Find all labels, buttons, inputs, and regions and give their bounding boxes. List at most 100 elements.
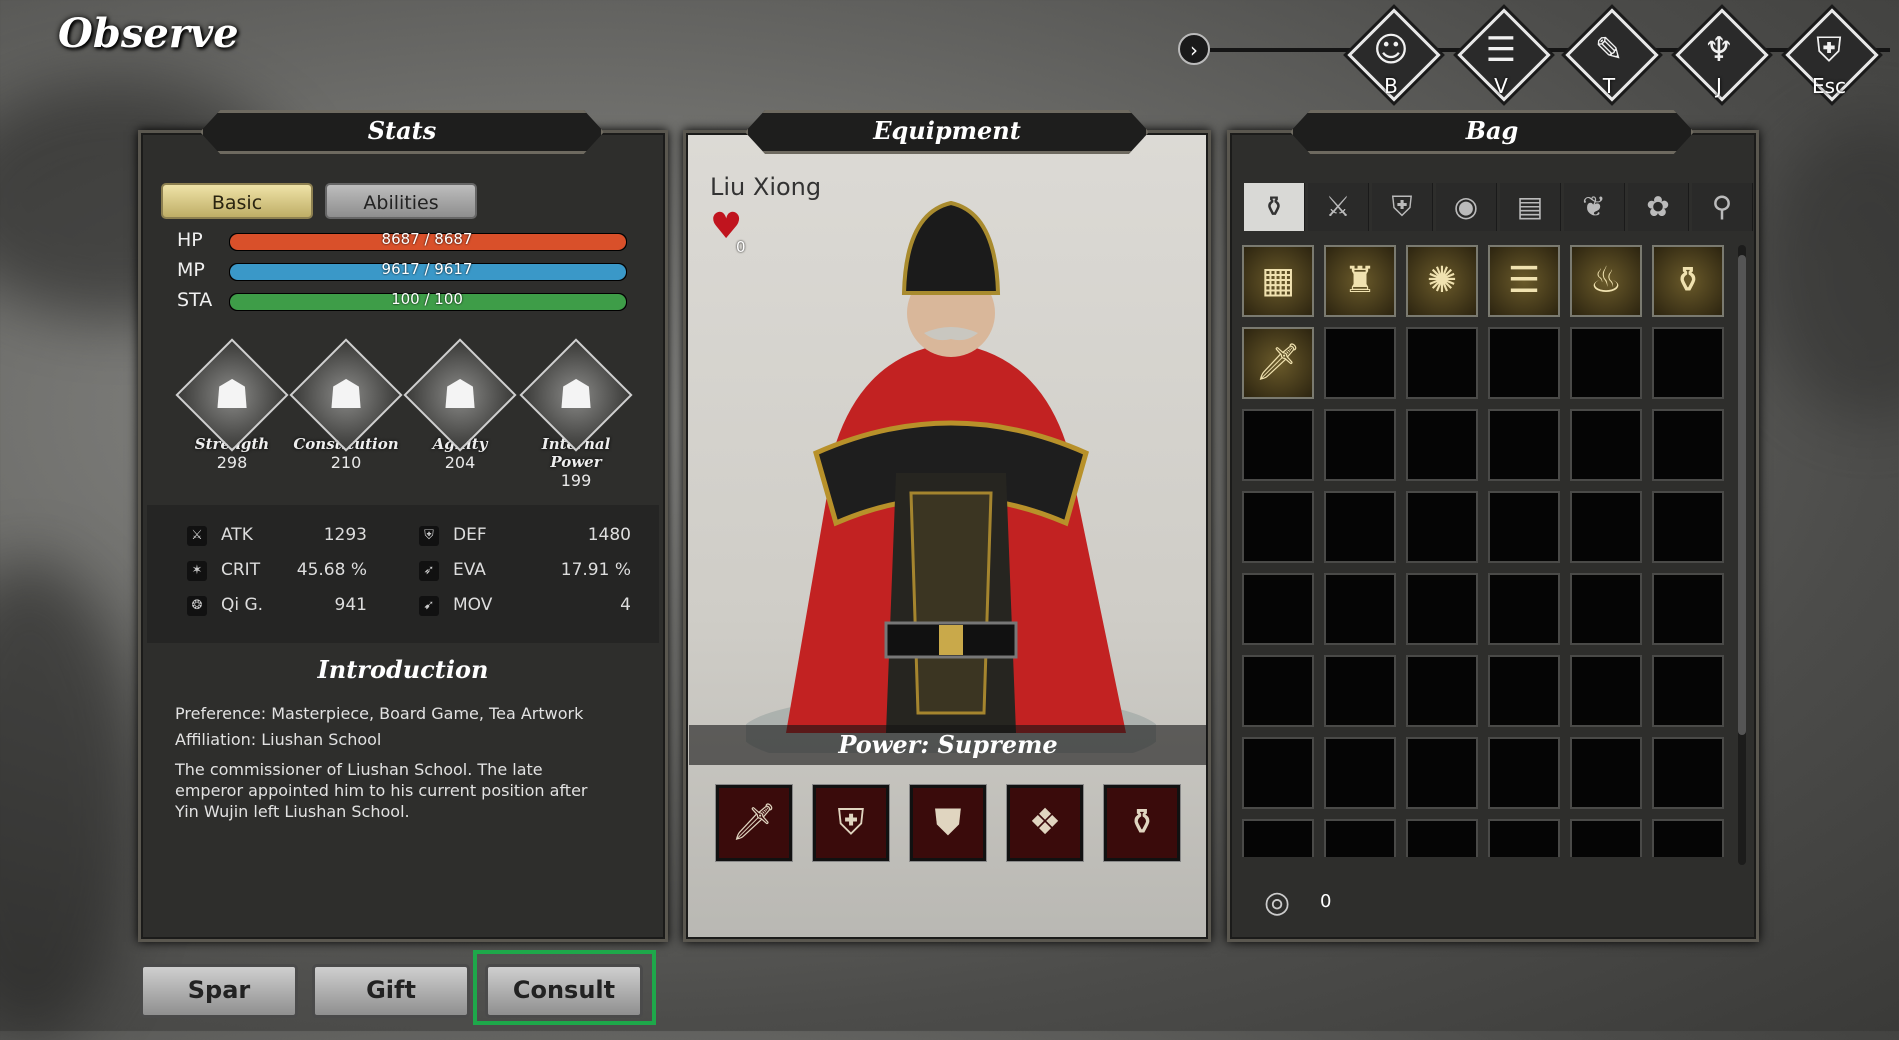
bag-slot-empty[interactable] (1652, 409, 1724, 481)
equipment-slot[interactable]: 🗡 (716, 785, 792, 861)
bag-slot-empty[interactable] (1406, 737, 1478, 809)
bag-slot-empty[interactable] (1652, 819, 1724, 857)
bag-tab-all-items[interactable]: ⚱ (1244, 183, 1305, 231)
bag-slot-empty[interactable] (1242, 491, 1314, 563)
bag-slot-empty[interactable] (1488, 655, 1560, 727)
bag-slot-empty[interactable] (1324, 655, 1396, 727)
stats-panel: Basic Abilities HP 8687 / 8687 MP 9617 / 96… (138, 130, 668, 942)
hotkey-label: B (1384, 74, 1398, 98)
bag-item[interactable]: ☰ (1488, 245, 1560, 317)
bag-item[interactable]: 🗡 (1242, 327, 1314, 399)
bag-slot-empty[interactable] (1488, 409, 1560, 481)
bag-item[interactable]: ✺ (1406, 245, 1478, 317)
bag-item[interactable]: ⚱ (1652, 245, 1724, 317)
bag-slot-empty[interactable] (1652, 327, 1724, 399)
cape-icon: ⛊ (934, 802, 962, 843)
bag-slot-empty[interactable] (1652, 573, 1724, 645)
ink-wash-decoration (0, 560, 140, 1040)
bag-slot-empty[interactable] (1488, 737, 1560, 809)
bag-slot-empty[interactable] (1242, 409, 1314, 481)
bag-slot-empty[interactable] (1324, 819, 1396, 857)
bag-grid: ▦ ♜ ✺ ☰ ♨ ⚱ 🗡 (1242, 245, 1742, 857)
nav-button-v[interactable]: ☰ V (1455, 8, 1551, 102)
combat-stat-value: 17.91 % (560, 560, 631, 580)
bag-slot-empty[interactable] (1324, 573, 1396, 645)
bag-slot-empty[interactable] (1570, 819, 1642, 857)
chevron-right-icon[interactable]: › (1178, 33, 1210, 65)
equipment-panel: Liu Xiong ♥ 0 Power: Supreme 🗡 ⛨ ⛊ ❖ ⚱ (683, 130, 1211, 942)
bag-slot-empty[interactable] (1406, 327, 1478, 399)
bag-slot-empty[interactable] (1488, 491, 1560, 563)
bag-slot-empty[interactable] (1488, 573, 1560, 645)
scroll-icon: ✎ (1594, 30, 1624, 70)
bag-tab-books[interactable]: ▤ (1500, 183, 1561, 231)
bag-slot-empty[interactable] (1406, 573, 1478, 645)
bag-tab-herbs[interactable]: ❦ (1564, 183, 1625, 231)
bag-slot-empty[interactable] (1652, 655, 1724, 727)
armor-icon: ⛨ (1391, 190, 1413, 223)
nav-button-b[interactable]: ☺ B (1345, 8, 1441, 102)
bag-slot-empty[interactable] (1324, 491, 1396, 563)
bag-slot-empty[interactable] (1406, 655, 1478, 727)
bag-slot-empty[interactable] (1324, 409, 1396, 481)
bag-slot-empty[interactable] (1406, 409, 1478, 481)
bag-item[interactable]: ♜ (1324, 245, 1396, 317)
materials-icon: ✿ (1646, 190, 1670, 223)
attribute-agility: ☗Agility204 (403, 338, 517, 472)
bag-slot-empty[interactable] (1324, 327, 1396, 399)
bag-scrollbar[interactable] (1738, 245, 1746, 865)
equipment-slot[interactable]: ⚱ (1104, 785, 1180, 861)
bag-slot-empty[interactable] (1570, 573, 1642, 645)
bag-slot-empty[interactable] (1652, 491, 1724, 563)
bag-tab-accessory[interactable]: ◉ (1436, 183, 1497, 231)
bag-slot-empty[interactable] (1242, 737, 1314, 809)
nav-button-j[interactable]: ♆ J (1673, 8, 1769, 102)
bag-item[interactable]: ▦ (1242, 245, 1314, 317)
bag-slot-empty[interactable] (1570, 409, 1642, 481)
gift-button[interactable]: Gift (312, 964, 470, 1018)
bag-slot-empty[interactable] (1406, 491, 1478, 563)
nav-button-esc[interactable]: ⛨ Esc (1783, 8, 1879, 102)
combat-stat-eva: ➶ EVA 17.91 % (419, 560, 631, 584)
nav-button-t[interactable]: ✎ T (1563, 8, 1659, 102)
consult-button[interactable]: Consult (485, 964, 643, 1018)
tab-basic[interactable]: Basic (161, 183, 313, 219)
sword-icon: 🗡 (731, 802, 777, 843)
stat-bar-value: 9617 / 9617 (381, 260, 473, 278)
bag-slot-empty[interactable] (1570, 327, 1642, 399)
coin-icon: ◎ (1264, 885, 1291, 920)
equipment-slot[interactable]: ⛨ (813, 785, 889, 861)
stat-bar-value: 100 / 100 (391, 290, 463, 308)
tab-abilities[interactable]: Abilities (325, 183, 477, 219)
bag-slot-empty[interactable] (1324, 737, 1396, 809)
bag-slot-empty[interactable] (1488, 819, 1560, 857)
stat-bar-hp: HP 8687 / 8687 (177, 229, 627, 253)
bag-slot-empty[interactable] (1488, 327, 1560, 399)
bag-item[interactable]: ♨ (1570, 245, 1642, 317)
combat-stat-def: ⛨ DEF 1480 (419, 525, 631, 549)
bag-tab-weapons[interactable]: ⚔ (1308, 183, 1369, 231)
bag-slot-empty[interactable] (1242, 573, 1314, 645)
combat-stat-value: 45.68 % (296, 560, 367, 580)
bag-tab-armor[interactable]: ⛨ (1372, 183, 1433, 231)
combat-stat-label: Qi G. (221, 595, 264, 615)
gourd-icon: ⚱ (1672, 260, 1704, 301)
equipment-header: Equipment (745, 110, 1149, 154)
bag-tab-materials[interactable]: ✿ (1628, 183, 1689, 231)
bag-slot-empty[interactable] (1242, 819, 1314, 857)
scroll-thumb[interactable] (1738, 255, 1746, 735)
character-icon: ☺ (1373, 30, 1409, 70)
equipment-slot[interactable]: ❖ (1007, 785, 1083, 861)
bag-slot-empty[interactable] (1406, 819, 1478, 857)
equipment-slot[interactable]: ⛊ (910, 785, 986, 861)
spar-button[interactable]: Spar (140, 964, 298, 1018)
misc-icon: ⚲ (1711, 190, 1733, 223)
bag-slot-empty[interactable] (1570, 655, 1642, 727)
stat-bar-label: STA (177, 289, 213, 311)
bag-slot-empty[interactable] (1570, 491, 1642, 563)
bag-slot-empty[interactable] (1242, 655, 1314, 727)
bag-slot-empty[interactable] (1652, 737, 1724, 809)
move-icon: ➹ (419, 596, 439, 616)
bag-slot-empty[interactable] (1570, 737, 1642, 809)
bag-tab-misc[interactable]: ⚲ (1692, 183, 1753, 231)
